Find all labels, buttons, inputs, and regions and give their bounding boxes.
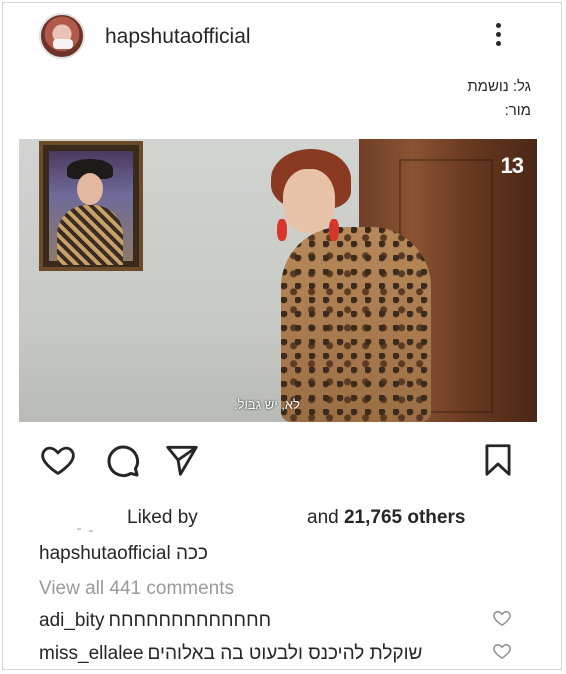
heart-icon[interactable]	[39, 441, 77, 479]
comment-username[interactable]: adi_bity	[39, 610, 105, 631]
video-subtitle: לא, יש גבול.	[234, 397, 300, 412]
likes-count[interactable]: and 21,765 others	[307, 507, 465, 529]
comment-username[interactable]: miss_ellalee	[39, 643, 144, 664]
caption-username[interactable]: hapshutaofficial	[39, 543, 171, 564]
post-card: hapshutaofficial גל: נושמת מור: 13 לא, י…	[2, 2, 562, 670]
likes-summary: Liked by and 21,765 others	[39, 505, 509, 535]
view-all-comments-link[interactable]: View all 441 comments	[39, 578, 234, 600]
bookmark-icon[interactable]	[479, 441, 517, 479]
liked-by-label: Liked by	[127, 507, 198, 528]
comment-text: חחחחחחחחחחחחח	[108, 610, 272, 631]
comment-like-heart-icon[interactable]	[491, 641, 513, 661]
comment-item: miss_ellalee שוקלת להיכנס ולבעוט בה באלוה…	[39, 643, 469, 665]
comment-text: שוקלת להיכנס ולבעוט בה באלוהים	[147, 643, 423, 664]
caption-text-lines: גל: נושמת מור:	[467, 75, 531, 123]
paper-plane-icon[interactable]	[163, 441, 201, 479]
channel-logo: 13	[500, 153, 525, 178]
post-username[interactable]: hapshutaofficial	[105, 25, 251, 49]
more-options-icon[interactable]	[491, 23, 505, 53]
caption-text: ככה	[175, 543, 208, 564]
caption-line: מור:	[504, 102, 531, 119]
person	[271, 149, 441, 422]
comment-bubble-icon[interactable]	[103, 441, 141, 479]
framed-portrait	[39, 141, 143, 271]
comment-like-heart-icon[interactable]	[491, 608, 513, 628]
avatar[interactable]	[39, 13, 85, 59]
post-header: hapshutaofficial	[39, 13, 519, 63]
liker-avatars	[75, 511, 135, 532]
comment-item: adi_bity חחחחחחחחחחחחח	[39, 610, 469, 632]
action-bar	[39, 441, 519, 481]
caption-line: גל: נושמת	[467, 78, 531, 95]
post-caption: hapshutaofficial ככה	[39, 543, 208, 565]
post-media[interactable]: 13 לא, יש גבול.	[19, 139, 537, 422]
